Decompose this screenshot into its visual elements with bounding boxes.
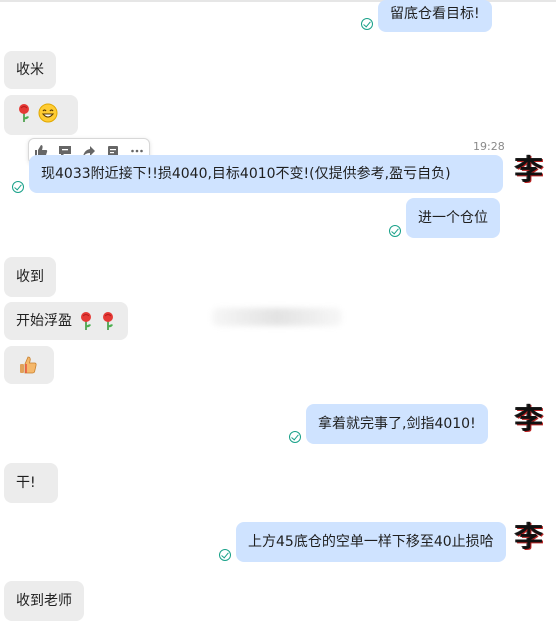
avatar[interactable]: 李	[512, 402, 546, 436]
emoji-row: 开始浮盈	[16, 308, 116, 334]
rose-icon	[81, 312, 91, 330]
rose-icon	[103, 312, 113, 330]
sent-check-icon	[289, 431, 301, 443]
message-bubble-outgoing[interactable]: 上方45底仓的空单一样下移至40止损哈	[236, 522, 506, 562]
avatar[interactable]: 李	[512, 153, 546, 187]
message-bubble-outgoing[interactable]: 进一个仓位	[406, 198, 500, 238]
grin-icon	[38, 103, 58, 123]
message-text: 开始浮盈	[16, 313, 72, 329]
sent-check-icon	[389, 225, 401, 237]
chat-panel: 留底仓看目标! 收米 19:28 现4033附近接下!!损4040,目标4010…	[0, 0, 556, 631]
message-bubble-incoming[interactable]: 开始浮盈	[4, 302, 128, 340]
rose-icon	[19, 104, 29, 122]
message-bubble-incoming[interactable]: 收到	[4, 257, 56, 297]
sent-check-icon	[12, 181, 24, 193]
message-bubble-outgoing[interactable]: 现4033附近接下!!损4040,目标4010不变!(仅提供参考,盈亏自负)	[29, 155, 503, 193]
blurred-watermark	[212, 308, 342, 326]
sent-check-icon	[361, 18, 373, 30]
message-bubble-incoming[interactable]: 收米	[4, 51, 56, 89]
message-bubble-incoming[interactable]: 收到老师	[4, 581, 84, 621]
message-bubble-incoming-emoji[interactable]	[4, 95, 78, 135]
message-timestamp: 19:28	[473, 140, 505, 153]
message-bubble-incoming-emoji[interactable]	[4, 346, 54, 384]
avatar[interactable]: 李	[512, 520, 546, 554]
message-bubble-outgoing[interactable]: 拿着就完事了,剑指4010!	[306, 404, 488, 444]
emoji-row	[16, 103, 66, 123]
message-bubble-outgoing[interactable]: 留底仓看目标!	[378, 0, 492, 32]
message-bubble-incoming[interactable]: 干!	[4, 463, 58, 503]
sent-check-icon	[219, 549, 231, 561]
thumbs-up-emoji-icon	[20, 356, 37, 374]
